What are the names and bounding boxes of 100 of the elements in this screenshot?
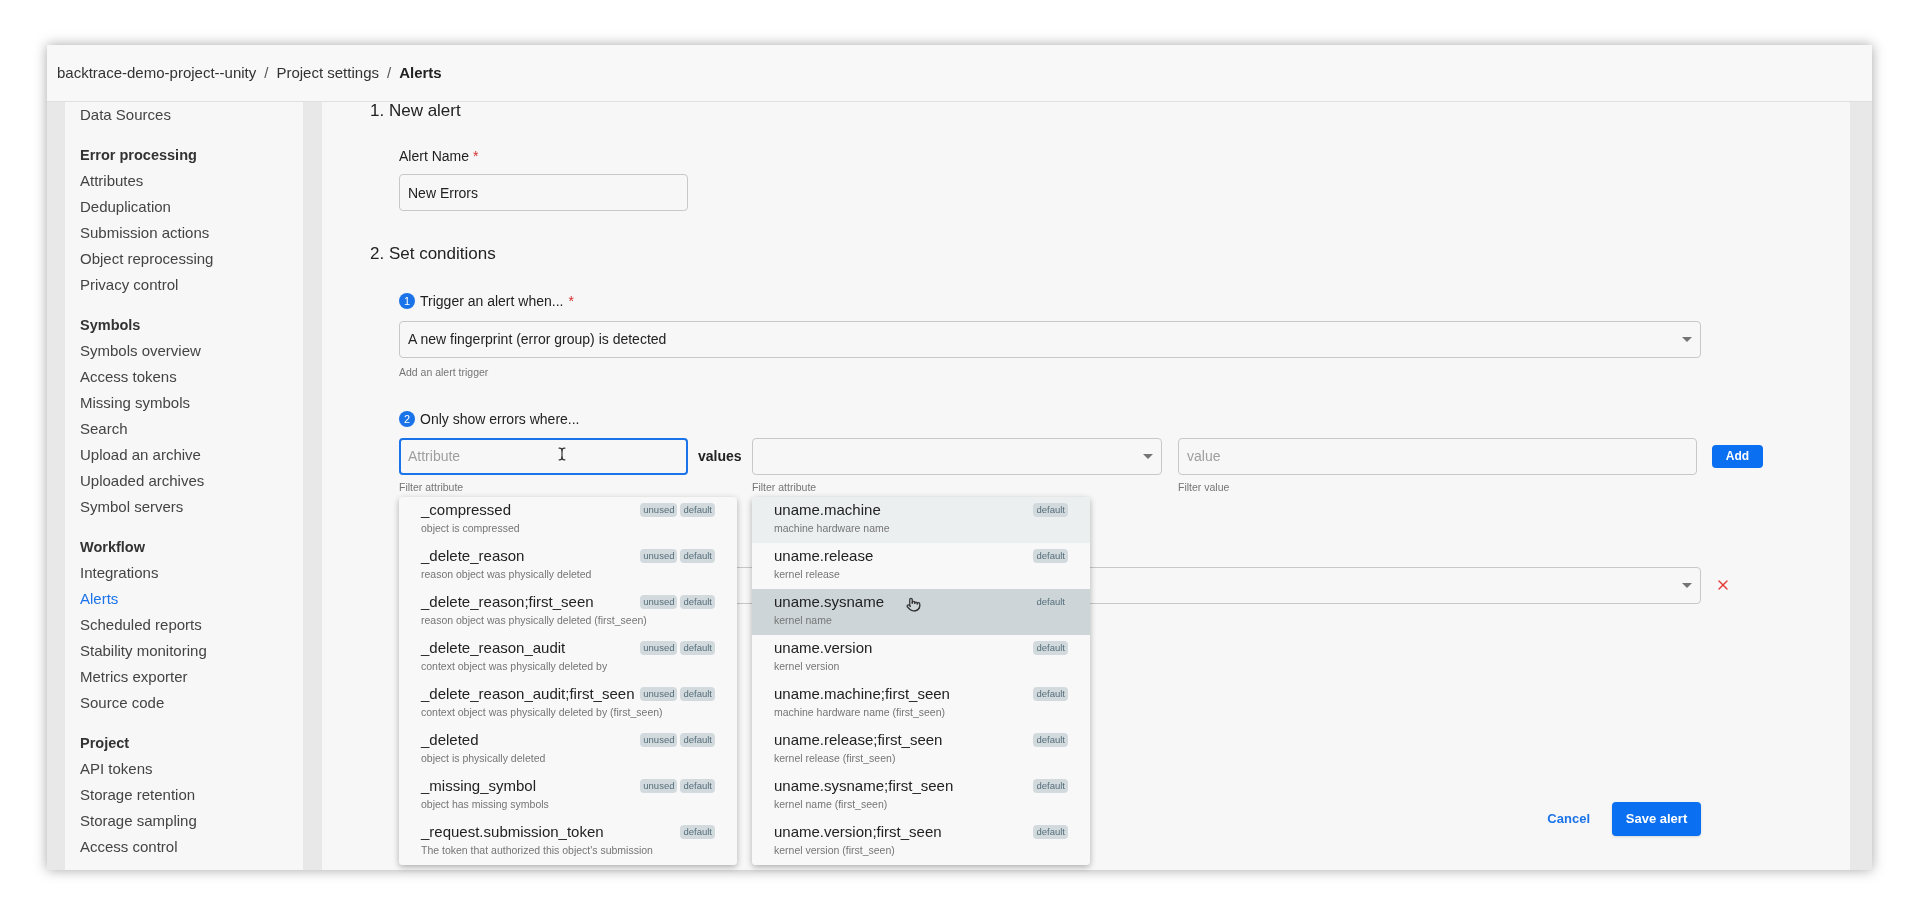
attribute-name: uname.release: [774, 545, 874, 566]
sidebar-heading: Error processing: [80, 146, 198, 165]
attribute-name: uname.machine;first_seen: [774, 683, 950, 704]
sidebar-item[interactable]: Stability monitoring: [80, 638, 207, 664]
attribute-name: _delete_reason;first_seen: [421, 591, 594, 612]
sidebar-item[interactable]: Uploaded archives: [80, 468, 205, 494]
value-field[interactable]: value: [1178, 437, 1697, 475]
menu-item[interactable]: uname.sysname default kernel name: [752, 588, 1090, 635]
sidebar-item[interactable]: Submission actions: [80, 220, 210, 246]
sidebar-item[interactable]: Missing symbols: [80, 390, 191, 416]
tag-label: default: [680, 502, 715, 517]
field-label: Trigger an alert when...: [420, 292, 564, 311]
section-title: 1. New alert: [370, 100, 462, 122]
menu-item[interactable]: uname.machine;first_seen default machine hardware name (first_seen): [752, 680, 1090, 727]
sidebar-item[interactable]: Access tokens: [80, 364, 177, 390]
pointer-cursor-icon: [906, 596, 921, 612]
menu-item[interactable]: _compressed unused default object is compressed: [399, 496, 737, 543]
sidebar-item[interactable]: API tokens: [80, 756, 153, 782]
sidebar-item[interactable]: Metrics exporter: [80, 664, 188, 690]
tag-label: unused: [640, 594, 678, 609]
section-title: 2. Set conditions: [370, 243, 497, 265]
sidebar-item[interactable]: Source code: [80, 690, 165, 716]
caret-icon: [1143, 453, 1153, 459]
menu-item[interactable]: uname.machine default machine hardware name: [752, 496, 1090, 543]
menu-item[interactable]: _missing_symbol unused default object has missing symbols: [399, 772, 737, 819]
attribute-description: object has missing symbols: [421, 796, 549, 812]
sidebar-item[interactable]: Upload an archive: [80, 442, 201, 468]
tag-label: default: [680, 778, 715, 793]
tag-label: default: [680, 732, 715, 747]
tag-label: unused: [640, 640, 678, 655]
attribute-name: _delete_reason_audit;first_seen: [421, 683, 635, 704]
sidebar-heading: Workflow: [80, 538, 146, 557]
tag-label: unused: [640, 686, 678, 701]
attribute-name: _missing_symbol: [421, 775, 537, 796]
menu-item[interactable]: _request.submission_token default The token that authorized this object's submission: [399, 818, 737, 865]
attribute-description: machine hardware name (first_seen): [774, 704, 945, 720]
breadcrumb-separator: /: [386, 62, 392, 83]
tag-label: default: [680, 640, 715, 655]
sidebar-item[interactable]: Storage retention: [80, 782, 196, 808]
attribute-description: kernel version (first_seen): [774, 842, 895, 858]
attribute-name: uname.sysname;first_seen: [774, 775, 954, 796]
sidebar-item[interactable]: Deduplication: [80, 194, 171, 220]
tag-label: default: [1033, 502, 1068, 517]
caret-icon: [1682, 337, 1692, 342]
breadcrumb-link[interactable]: backtrace-demo-project--unity: [57, 61, 257, 85]
sidebar-item[interactable]: Scheduled reports: [80, 612, 202, 638]
menu-item[interactable]: uname.version;first_seen default kernel version (first_seen): [752, 818, 1090, 865]
attribute-name: uname.sysname: [774, 591, 885, 612]
attribute-name: _request.submission_token: [421, 821, 604, 842]
sidebar-item[interactable]: Storage sampling: [80, 808, 197, 834]
field-label: Only show errors where...: [420, 409, 580, 429]
sidebar-item[interactable]: Integrations: [80, 560, 159, 586]
menu-item[interactable]: _delete_reason_audit;first_seen unused default context object was physically deleted by (first_seen): [399, 680, 737, 727]
attribute-name: _delete_reason_audit: [421, 637, 566, 658]
attribute-description: kernel name (first_seen): [774, 796, 888, 812]
sidebar-item[interactable]: Attributes: [80, 168, 144, 194]
tag-label: default: [1033, 548, 1068, 563]
sidebar-item[interactable]: Privacy control: [80, 272, 179, 298]
tag-label: default: [1033, 778, 1068, 793]
sidebar-item[interactable]: Symbols overview: [80, 338, 201, 364]
helper-text: Filter attribute: [752, 479, 818, 495]
attribute-description: kernel release (first_seen): [774, 750, 896, 766]
menu-item[interactable]: _delete_reason_audit unused default context object was physically deleted by: [399, 634, 737, 681]
menu-item[interactable]: uname.sysname;first_seen default kernel name (first_seen): [752, 772, 1090, 819]
add-button[interactable]: Add: [1712, 444, 1763, 468]
helper-text: Filter value: [1178, 479, 1231, 495]
tag-label: default: [680, 548, 715, 563]
menu-item[interactable]: _deleted unused default object is physically deleted: [399, 726, 737, 773]
alert-name-field[interactable]: New Errors: [399, 174, 688, 211]
attribute-description: reason object was physically deleted: [421, 566, 592, 582]
cancel-button[interactable]: Cancel: [1547, 808, 1590, 829]
sidebar-item[interactable]: Data Sources: [80, 102, 171, 128]
sidebar-item[interactable]: Alerts: [80, 586, 119, 612]
field-label: Alert Name: [399, 147, 470, 166]
breadcrumb-link[interactable]: Project settings: [276, 61, 379, 85]
tag-label: default: [1033, 686, 1068, 701]
sidebar-item[interactable]: Access control: [80, 834, 178, 860]
attribute-description: kernel name: [774, 612, 832, 628]
tag-label: default: [1035, 594, 1066, 609]
attribute-name: uname.version: [774, 637, 873, 658]
menu-item[interactable]: uname.release default kernel release: [752, 542, 1090, 589]
attribute-field[interactable]: Attribute: [399, 437, 688, 475]
attribute-description: context object was physically deleted by: [421, 658, 608, 674]
required-asterisk: *: [568, 292, 574, 311]
menu-item[interactable]: uname.version default kernel version: [752, 634, 1090, 681]
tag-label: default: [1033, 640, 1068, 655]
tag-label: default: [1033, 732, 1068, 747]
menu-item[interactable]: uname.release;first_seen default kernel release (first_seen): [752, 726, 1090, 773]
values-label: values: [698, 446, 743, 466]
menu-item[interactable]: _delete_reason unused default reason object was physically deleted: [399, 542, 737, 589]
attribute-description: context object was physically deleted by (first_seen): [421, 704, 663, 720]
caret-icon: [1682, 582, 1692, 588]
sidebar-item[interactable]: Symbol servers: [80, 494, 184, 520]
save-alert-button[interactable]: Save alert: [1612, 801, 1701, 836]
sidebar-item[interactable]: Object reprocessing: [80, 246, 214, 272]
trigger-select[interactable]: A new fingerprint (error group) is detected: [399, 321, 1701, 358]
menu-item[interactable]: _delete_reason;first_seen unused default reason object was physically deleted (first_seen): [399, 588, 737, 635]
sidebar-item[interactable]: Search: [80, 416, 128, 442]
attribute-description: kernel version: [774, 658, 840, 674]
required-asterisk: *: [473, 147, 479, 166]
